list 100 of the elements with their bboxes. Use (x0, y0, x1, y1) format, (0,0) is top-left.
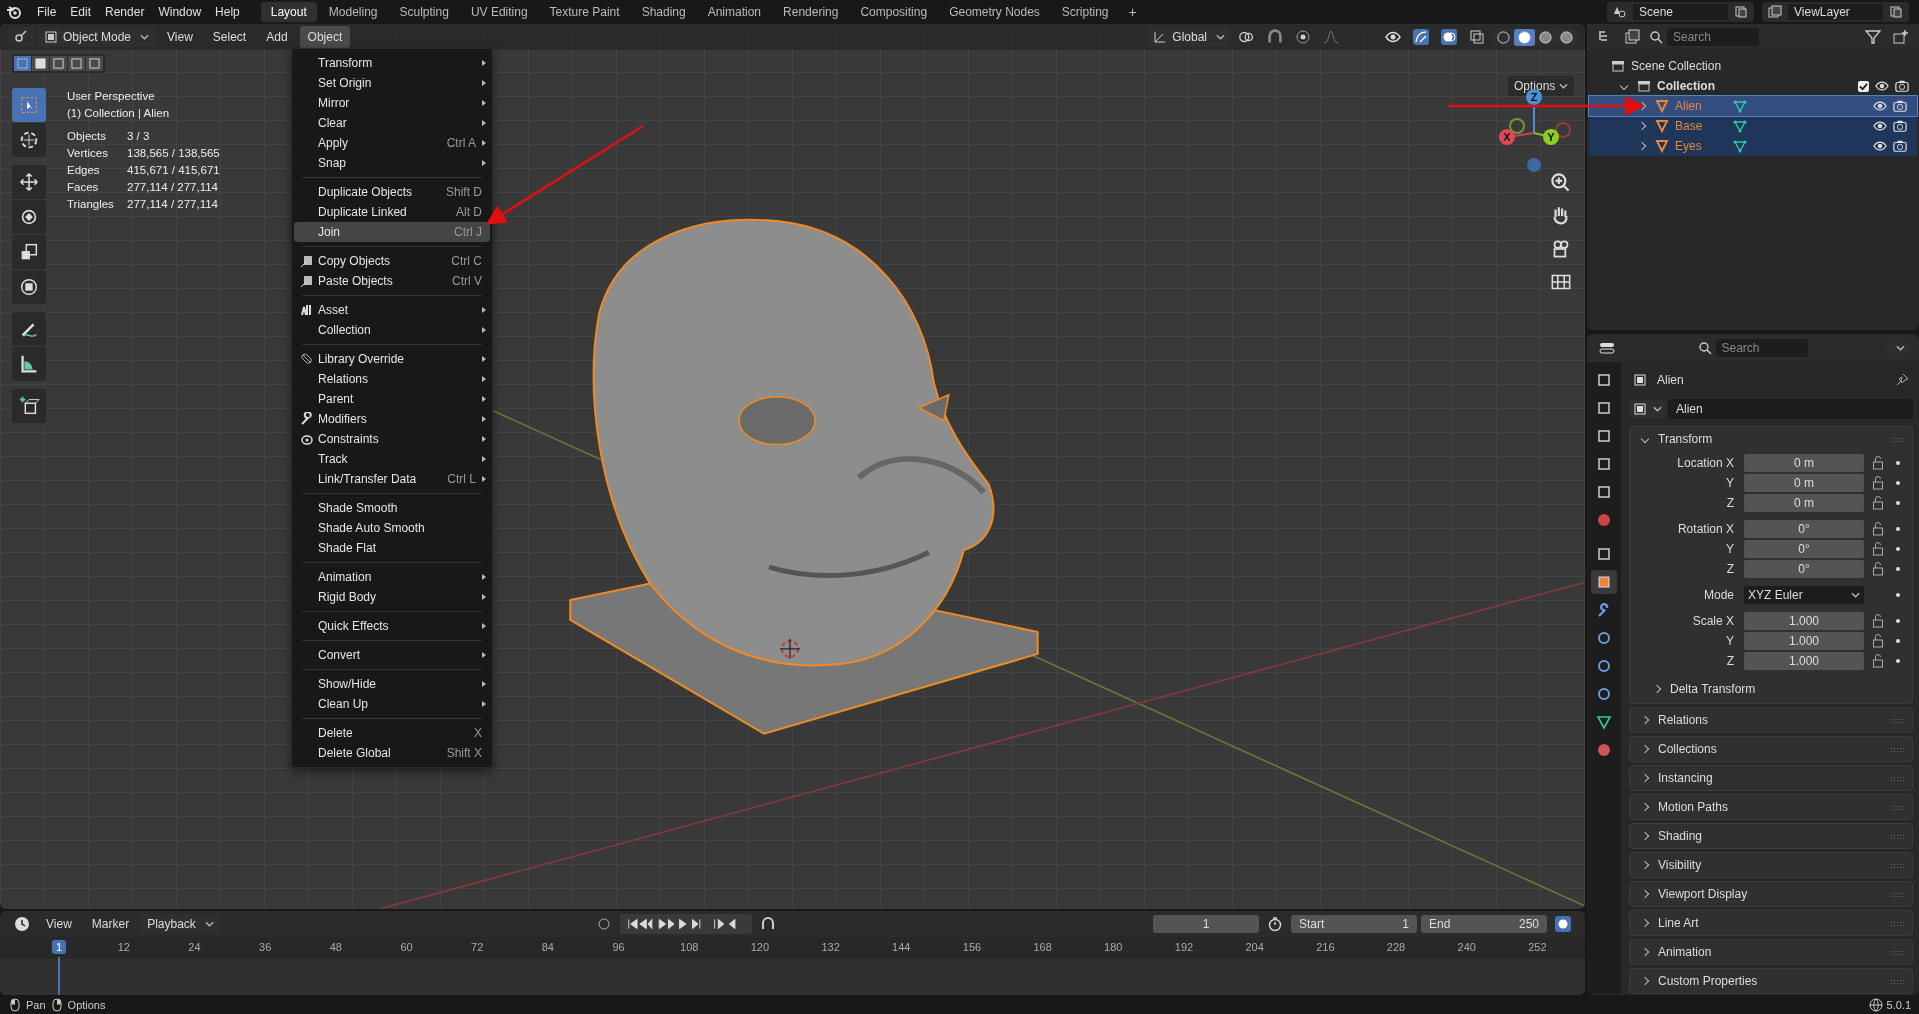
menu-item[interactable]: Set Origin (294, 73, 490, 93)
lock-icon[interactable] (1872, 522, 1884, 536)
keyframe-dot-icon[interactable] (1896, 639, 1900, 643)
filter-icon[interactable] (1864, 29, 1882, 45)
exclude-checkbox[interactable] (1858, 80, 1869, 92)
menu-item[interactable]: Clear (294, 113, 490, 133)
number-field[interactable]: 0° (1744, 540, 1864, 558)
menu-item[interactable]: File (30, 5, 64, 19)
data-block-dropdown[interactable] (1629, 400, 1666, 418)
camera-icon[interactable] (1893, 139, 1907, 153)
selection-mode-button[interactable] (32, 56, 49, 71)
menu-item[interactable]: Shade Flat (294, 538, 490, 558)
proportional-edit-icon[interactable] (1294, 29, 1312, 45)
keyframe-dot-icon[interactable] (1896, 659, 1900, 663)
keyframe-dot-icon[interactable] (1896, 501, 1900, 505)
keyframe-dot-icon[interactable] (1896, 547, 1900, 551)
number-field[interactable]: 1.000 (1744, 632, 1864, 650)
menu-item[interactable]: Select (204, 26, 255, 48)
menu-item[interactable]: View (159, 26, 201, 48)
workspace-tab[interactable]: Shading (631, 2, 696, 22)
collapsed-panel[interactable]: Instancing (1629, 765, 1913, 791)
search-field[interactable]: Search (1667, 28, 1759, 46)
camera-icon[interactable] (1893, 99, 1907, 113)
xray-icon[interactable] (1468, 29, 1486, 45)
collapsed-panel[interactable]: Motion Paths (1629, 794, 1913, 820)
end-frame-field[interactable]: End 250 (1421, 915, 1547, 933)
workspace-tab[interactable]: Modeling (318, 2, 388, 22)
visibility-icon[interactable] (1384, 29, 1402, 45)
gizmo-toggle-icon[interactable] (1412, 29, 1430, 45)
start-frame-field[interactable]: Start 1 (1291, 915, 1417, 933)
mesh-data-icon[interactable] (1733, 139, 1747, 153)
menu-item[interactable]: Shade Smooth (294, 498, 490, 518)
pin-icon[interactable] (1895, 373, 1909, 387)
lock-icon[interactable] (1872, 614, 1884, 628)
stopwatch-icon[interactable] (1266, 916, 1284, 932)
menu-item[interactable]: Clean Up (294, 694, 490, 714)
selection-mode-button[interactable] (50, 56, 67, 71)
collapsed-panel[interactable]: Visibility (1629, 852, 1913, 878)
keyframe-dot-icon[interactable] (1896, 527, 1900, 531)
lock-icon[interactable] (1872, 654, 1884, 668)
properties-tab[interactable] (1591, 570, 1617, 594)
collapsed-panel[interactable]: Shading (1629, 823, 1913, 849)
keyframe-dot-icon[interactable] (1896, 461, 1900, 465)
menu-item[interactable]: Marker (83, 913, 138, 935)
lock-icon[interactable] (1872, 456, 1884, 470)
menu-item[interactable]: Paste Objects Ctrl V (294, 271, 490, 291)
menu-item[interactable]: Apply Ctrl A (294, 133, 490, 153)
selection-mode-button[interactable] (86, 56, 103, 71)
menu-item[interactable]: Help (208, 5, 247, 19)
menu-item[interactable]: Transform (294, 53, 490, 73)
overlay-toggle-icon[interactable] (1440, 29, 1458, 45)
options-dropdown[interactable] (1886, 343, 1911, 353)
tool-button[interactable] (12, 389, 46, 423)
scene-selector[interactable]: Scene (1607, 2, 1754, 22)
workspace-tab[interactable]: Rendering (773, 2, 849, 22)
add-workspace-button[interactable]: + (1120, 3, 1145, 21)
collapsed-panel[interactable]: Viewport Display (1629, 881, 1913, 907)
collapsed-panel[interactable]: Collections (1629, 736, 1913, 762)
tool-button[interactable] (12, 235, 46, 269)
workspace-tab[interactable]: Texture Paint (539, 2, 630, 22)
workspace-tab[interactable]: Animation (697, 2, 772, 22)
lock-icon[interactable] (1872, 634, 1884, 648)
menu-item[interactable]: Duplicate Linked Alt D (294, 202, 490, 222)
blender-logo-icon[interactable] (6, 4, 22, 20)
lock-icon[interactable] (1872, 562, 1884, 576)
tree-item[interactable]: Collection (1657, 79, 1715, 93)
workspace-tab[interactable]: Scripting (1051, 2, 1119, 22)
search-field[interactable]: Search (1715, 339, 1808, 357)
menu-item[interactable]: Copy Objects Ctrl C (294, 251, 490, 271)
sync-icon[interactable] (1554, 916, 1572, 932)
editor-type-button[interactable] (1598, 340, 1616, 356)
number-field[interactable]: 0 m (1744, 494, 1864, 512)
shading-mode-button[interactable] (1514, 28, 1535, 46)
menu-item[interactable]: Show/Hide (294, 674, 490, 694)
keyframe-dot-icon[interactable] (1896, 593, 1900, 597)
collapsed-panel[interactable]: Line Art (1629, 910, 1913, 936)
new-collection-icon[interactable] (1892, 29, 1910, 45)
name-field[interactable]: Alien (1668, 399, 1913, 419)
menu-item[interactable]: Delete Global Shift X (294, 743, 490, 763)
playback-dropdown[interactable]: Playback (141, 914, 220, 934)
menu-item[interactable]: Asset (294, 300, 490, 320)
keyframe-dot-icon[interactable] (1896, 567, 1900, 571)
mode-dropdown[interactable]: Object Mode (38, 27, 156, 47)
menu-item[interactable]: Parent (294, 389, 490, 409)
workspace-tab[interactable]: Sculpting (389, 2, 459, 22)
menu-item[interactable]: Collection (294, 320, 490, 340)
number-field[interactable]: 0 m (1744, 454, 1864, 472)
menu-item[interactable]: Shade Auto Smooth (294, 518, 490, 538)
keyframe-dot-icon[interactable] (1896, 619, 1900, 623)
number-field[interactable]: 1.000 (1744, 652, 1864, 670)
collapsed-panel[interactable]: Animation (1629, 939, 1913, 965)
workspace-tab[interactable]: Geometry Nodes (939, 2, 1050, 22)
lock-icon[interactable] (1872, 476, 1884, 490)
number-field[interactable]: 0 m (1744, 474, 1864, 492)
tree-item[interactable]: Scene Collection (1631, 59, 1722, 73)
snap-icon[interactable] (1266, 29, 1284, 45)
tool-button[interactable] (12, 165, 46, 199)
menu-item[interactable]: Quick Effects (294, 616, 490, 636)
menu-item[interactable]: Duplicate Objects Shift D (294, 182, 490, 202)
number-field[interactable]: 1.000 (1744, 612, 1864, 630)
